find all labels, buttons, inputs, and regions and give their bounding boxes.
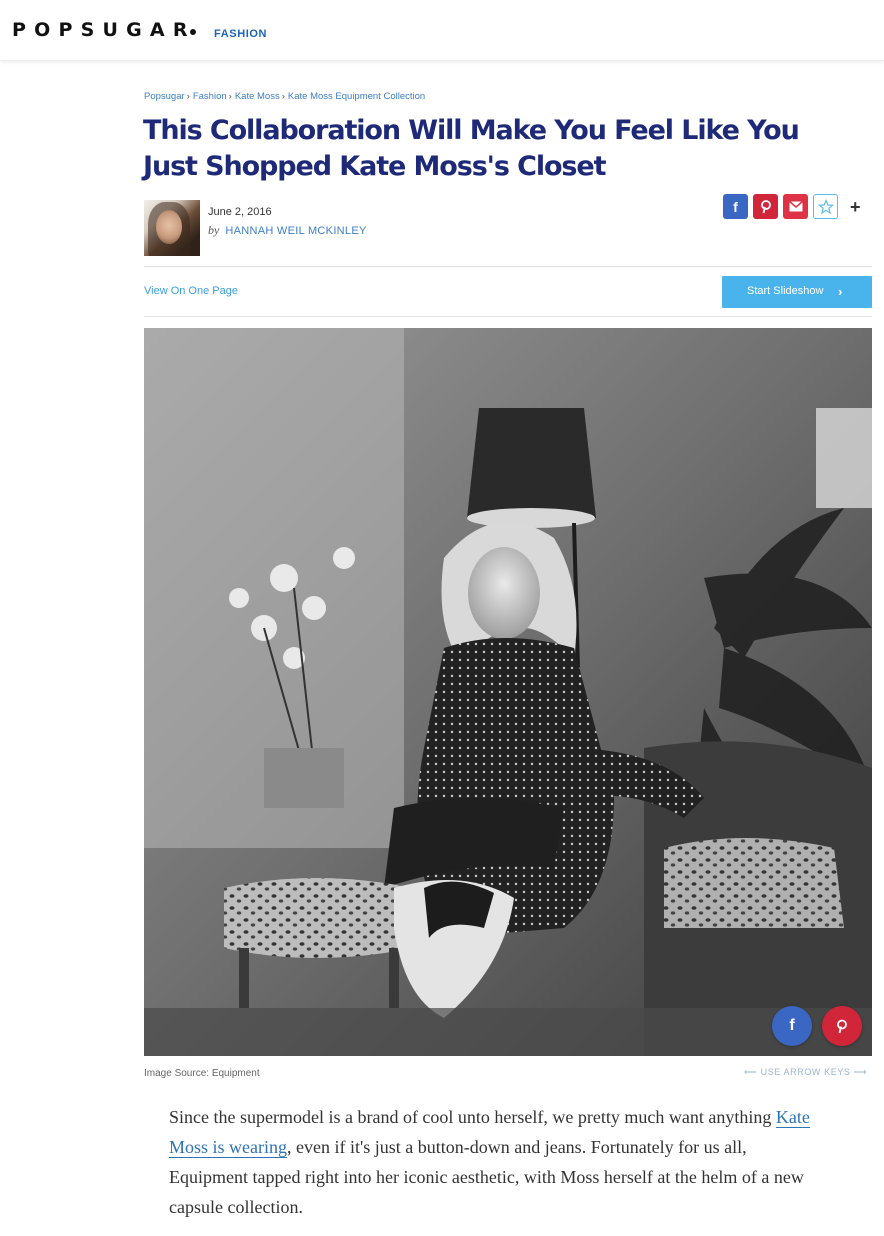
facebook-icon: f	[733, 198, 738, 215]
author-link[interactable]: HANNAH WEIL MCKINLEY	[225, 225, 366, 237]
pinterest-icon	[837, 1019, 847, 1033]
more-share-button[interactable]: +	[850, 197, 861, 218]
star-icon	[817, 198, 834, 214]
image-pinterest-share-button[interactable]	[822, 1006, 862, 1046]
breadcrumb-item-collection[interactable]: Kate Moss Equipment Collection	[288, 91, 425, 102]
pinterest-share-button[interactable]	[753, 194, 778, 219]
byline: by HANNAH WEIL MCKINLEY	[208, 223, 367, 238]
view-on-one-page-link[interactable]: View On One Page	[144, 285, 238, 297]
image-facebook-share-button[interactable]: f	[772, 1006, 812, 1046]
breadcrumb: Popsugar › Fashion › Kate Moss › Kate Moss Equ…	[144, 91, 425, 102]
share-toolbar: f	[723, 194, 838, 219]
pinterest-icon	[760, 199, 771, 213]
use-arrow-keys-hint: ⟵ USE ARROW KEYS ⟶	[744, 1067, 868, 1077]
logo-text: POPSUGAR	[12, 19, 196, 41]
facebook-share-button[interactable]: f	[723, 194, 748, 219]
divider	[144, 266, 872, 267]
image-source-caption: Image Source: Equipment	[144, 1068, 260, 1079]
avatar-face	[156, 210, 182, 244]
chevron-right-icon: ›	[838, 284, 843, 299]
site-header: POPSUGAR FASHION	[0, 0, 884, 61]
favorite-button[interactable]	[813, 194, 838, 219]
start-slideshow-button[interactable]: Start Slideshow ›	[722, 276, 872, 308]
byline-by: by	[208, 223, 220, 237]
breadcrumb-item-kate-moss[interactable]: Kate Moss	[235, 91, 280, 102]
breadcrumb-item-fashion[interactable]: Fashion	[193, 91, 227, 102]
breadcrumb-separator-icon: ›	[281, 91, 285, 102]
email-share-button[interactable]	[783, 194, 808, 219]
logo-dot-icon	[189, 29, 196, 35]
article-body-paragraph: Since the supermodel is a brand of cool …	[169, 1102, 829, 1222]
publish-date: June 2, 2016	[208, 206, 272, 218]
envelope-icon	[788, 201, 803, 212]
breadcrumb-separator-icon: ›	[228, 91, 232, 102]
breadcrumb-separator-icon: ›	[186, 91, 190, 102]
article-main-image[interactable]: f	[144, 328, 872, 1056]
body-text-start: Since the supermodel is a brand of cool …	[169, 1107, 776, 1127]
article-title: This Collaboration Will Make You Feel Li…	[143, 115, 800, 182]
breadcrumb-item-popsugar[interactable]: Popsugar	[144, 91, 185, 102]
divider	[144, 316, 872, 317]
facebook-icon: f	[789, 1017, 795, 1034]
start-slideshow-label: Start Slideshow	[747, 285, 824, 297]
section-label-fashion[interactable]: FASHION	[214, 28, 267, 40]
popsugar-logo[interactable]: POPSUGAR	[12, 20, 196, 40]
author-avatar[interactable]	[144, 200, 200, 256]
kate-moss-photo	[144, 328, 872, 1056]
